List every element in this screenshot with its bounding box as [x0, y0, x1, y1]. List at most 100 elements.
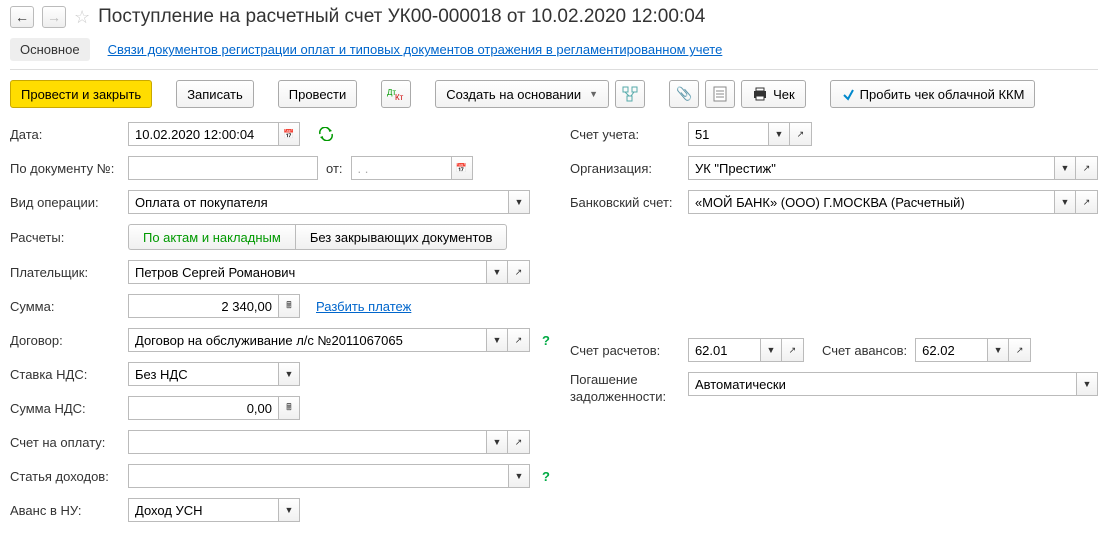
payer-input[interactable] — [128, 260, 486, 284]
contract-input[interactable] — [128, 328, 486, 352]
org-input[interactable] — [688, 156, 1054, 180]
label-payer: Плательщик: — [10, 265, 120, 280]
sum-input[interactable] — [128, 294, 278, 318]
label-income-art: Статья доходов: — [10, 469, 120, 484]
notes-icon — [713, 86, 727, 102]
vat-sum-input[interactable] — [128, 396, 278, 420]
op-type-dropdown[interactable]: ▼ — [508, 190, 530, 214]
split-payment-link[interactable]: Разбить платеж — [316, 299, 411, 314]
structure-icon — [622, 86, 638, 102]
sync-icon[interactable] — [318, 127, 334, 141]
vat-rate-input[interactable] — [128, 362, 278, 386]
open-icon: ↗ — [515, 335, 523, 346]
calculator-icon: 🖩 — [286, 298, 291, 314]
bank-acc-open[interactable]: ↗ — [1076, 190, 1098, 214]
label-sum: Сумма: — [10, 299, 120, 314]
label-bank-acc: Банковский счет: — [570, 195, 680, 210]
label-calc-acc: Счет расчетов: — [570, 343, 680, 358]
back-button[interactable]: ← — [10, 6, 34, 28]
income-art-dropdown[interactable]: ▼ — [508, 464, 530, 488]
label-advance: Аванс в НУ: — [10, 503, 120, 518]
open-icon: ↗ — [797, 129, 805, 140]
doc-date-input[interactable] — [351, 156, 451, 180]
invoice-input[interactable] — [128, 430, 486, 454]
doc-no-input[interactable] — [128, 156, 318, 180]
calendar-button-2[interactable]: 📅 — [451, 156, 473, 180]
post-and-close-button[interactable]: Провести и закрыть — [10, 80, 152, 108]
contract-open[interactable]: ↗ — [508, 328, 530, 352]
invoice-open[interactable]: ↗ — [508, 430, 530, 454]
dt-kt-icon: ДтКт — [387, 87, 405, 101]
calc-acc-open[interactable]: ↗ — [782, 338, 804, 362]
org-open[interactable]: ↗ — [1076, 156, 1098, 180]
cloud-kkm-icon — [841, 87, 855, 101]
advance-acc-input[interactable] — [915, 338, 987, 362]
post-button[interactable]: Провести — [278, 80, 358, 108]
open-icon: ↗ — [789, 345, 797, 356]
label-doc-no: По документу №: — [10, 161, 120, 176]
payer-dropdown[interactable]: ▼ — [486, 260, 508, 284]
seg-no-docs[interactable]: Без закрывающих документов — [295, 224, 508, 250]
calc-button[interactable]: 🖩 — [278, 294, 300, 318]
account-open[interactable]: ↗ — [790, 122, 812, 146]
vat-calc-button[interactable]: 🖩 — [278, 396, 300, 420]
label-advance-acc: Счет авансов: — [822, 343, 907, 358]
advance-acc-dropdown[interactable]: ▼ — [987, 338, 1009, 362]
calendar-icon: 📅 — [456, 163, 467, 174]
org-dropdown[interactable]: ▼ — [1054, 156, 1076, 180]
help-contract[interactable]: ? — [542, 333, 550, 348]
notes-button[interactable] — [705, 80, 735, 108]
account-input[interactable] — [688, 122, 768, 146]
tab-main[interactable]: Основное — [10, 38, 90, 61]
structure-button[interactable] — [615, 80, 645, 108]
label-op-type: Вид операции: — [10, 195, 120, 210]
attach-button[interactable]: 📎 — [669, 80, 699, 108]
label-org: Организация: — [570, 161, 680, 176]
check-button[interactable]: Чек — [741, 80, 806, 108]
save-button[interactable]: Записать — [176, 80, 254, 108]
label-vat-sum: Сумма НДС: — [10, 401, 120, 416]
printer-icon — [752, 87, 768, 101]
calendar-icon: 📅 — [283, 129, 294, 140]
open-icon: ↗ — [1083, 163, 1091, 174]
label-date: Дата: — [10, 127, 120, 142]
cloud-kkm-button[interactable]: Пробить чек облачной ККМ — [830, 80, 1036, 108]
payer-open[interactable]: ↗ — [508, 260, 530, 284]
label-contract: Договор: — [10, 333, 120, 348]
paperclip-icon: 📎 — [676, 86, 692, 102]
open-icon: ↗ — [515, 437, 523, 448]
seg-by-acts[interactable]: По актам и накладным — [128, 224, 295, 250]
chevron-down-icon: ▼ — [589, 89, 598, 99]
open-icon: ↗ — [1083, 197, 1091, 208]
label-vat-rate: Ставка НДС: — [10, 367, 120, 382]
account-dropdown[interactable]: ▼ — [768, 122, 790, 146]
advance-acc-open[interactable]: ↗ — [1009, 338, 1031, 362]
open-icon: ↗ — [515, 267, 523, 278]
label-calc: Расчеты: — [10, 230, 120, 245]
vat-rate-dropdown[interactable]: ▼ — [278, 362, 300, 386]
advance-dropdown[interactable]: ▼ — [278, 498, 300, 522]
tab-link-relations[interactable]: Связи документов регистрации оплат и тип… — [108, 42, 723, 57]
date-input[interactable] — [128, 122, 278, 146]
debt-repay-input[interactable] — [688, 372, 1076, 396]
debt-repay-dropdown[interactable]: ▼ — [1076, 372, 1098, 396]
open-icon: ↗ — [1016, 345, 1024, 356]
contract-dropdown[interactable]: ▼ — [486, 328, 508, 352]
label-invoice: Счет на оплату: — [10, 435, 120, 450]
label-account: Счет учета: — [570, 127, 680, 142]
bank-acc-input[interactable] — [688, 190, 1054, 214]
calc-acc-dropdown[interactable]: ▼ — [760, 338, 782, 362]
svg-text:Кт: Кт — [395, 93, 404, 101]
calendar-button[interactable]: 📅 — [278, 122, 300, 146]
help-income[interactable]: ? — [542, 469, 550, 484]
calc-acc-input[interactable] — [688, 338, 760, 362]
income-art-input[interactable] — [128, 464, 508, 488]
dt-kt-button[interactable]: ДтКт — [381, 80, 411, 108]
invoice-dropdown[interactable]: ▼ — [486, 430, 508, 454]
advance-input[interactable] — [128, 498, 278, 522]
create-based-button[interactable]: Создать на основании▼ — [435, 80, 609, 108]
bank-acc-dropdown[interactable]: ▼ — [1054, 190, 1076, 214]
forward-button[interactable]: → — [42, 6, 66, 28]
star-icon[interactable]: ☆ — [74, 7, 90, 28]
op-type-input[interactable] — [128, 190, 508, 214]
